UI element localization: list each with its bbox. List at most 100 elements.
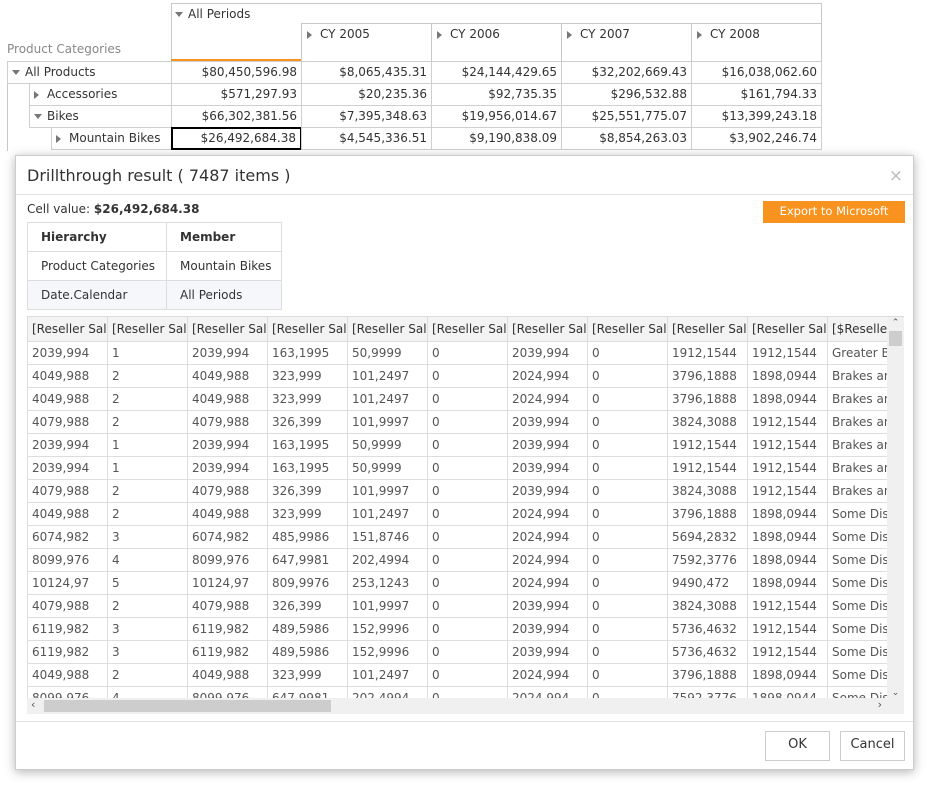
grid-column-header[interactable]: [Reseller Sale	[428, 317, 508, 342]
pivot-cell[interactable]: $32,202,669.43	[561, 61, 692, 84]
grid-column-header[interactable]: [Reseller Sale	[28, 317, 108, 342]
ok-button[interactable]: OK	[765, 731, 830, 761]
export-excel-button[interactable]: Export to Microsoft Excel	[763, 201, 905, 239]
grid-cell: 0	[428, 664, 508, 687]
table-row[interactable]: 6119,982 3 6119,982 489,5986 152,9996 0 2039,9…	[28, 641, 903, 664]
grid-cell: 4079,988	[28, 411, 108, 434]
grid-column-header[interactable]: [Reseller Sale	[508, 317, 588, 342]
collapse-icon[interactable]	[175, 12, 183, 17]
pivot-cell[interactable]: $9,190,838.09	[431, 127, 562, 150]
grid-cell: 2039,994	[188, 457, 268, 480]
grid-cell: 3796,1888	[668, 388, 748, 411]
collapse-icon[interactable]	[34, 114, 42, 119]
pivot-cell[interactable]: $80,450,596.98	[171, 61, 302, 84]
pivot-cell[interactable]: $92,735.35	[431, 83, 562, 106]
grid-cell: 1898,0944	[748, 503, 828, 526]
grid-cell: 0	[428, 503, 508, 526]
table-row[interactable]: 6119,982 3 6119,982 489,5986 152,9996 0 2039,9…	[28, 618, 903, 641]
grid-cell: 3796,1888	[668, 664, 748, 687]
col-header-cy-2006[interactable]: CY 2006	[431, 23, 561, 61]
pivot-cell[interactable]: $161,794.33	[691, 83, 822, 106]
expand-icon[interactable]	[56, 134, 61, 143]
expand-icon[interactable]	[437, 30, 442, 39]
row-header-all-products[interactable]: All Products	[7, 61, 172, 84]
pivot-cell[interactable]: $3,902,246.74	[691, 127, 822, 150]
pivot-cell[interactable]: $4,545,336.51	[301, 127, 432, 150]
table-row[interactable]: 4079,988 2 4079,988 326,399 101,9997 0 2039,99…	[28, 411, 903, 434]
collapse-icon[interactable]	[12, 70, 20, 75]
table-row[interactable]: 4049,988 2 4049,988 323,999 101,2497 0 2024,99…	[28, 503, 903, 526]
grid-cell: 1912,1544	[748, 457, 828, 480]
row-header-mountain-bikes[interactable]: Mountain Bikes	[51, 127, 172, 150]
grid-cell: 253,1243	[348, 572, 428, 595]
scrollbar-thumb[interactable]	[889, 331, 902, 346]
scrollbar-thumb[interactable]	[44, 700, 331, 712]
grid-cell: 2039,994	[188, 434, 268, 457]
grid-cell: 1	[108, 342, 188, 365]
pivot-cell[interactable]: $7,395,348.63	[301, 105, 432, 128]
table-row[interactable]: 2039,994 1 2039,994 163,1995 50,9999 0 2039,99…	[28, 434, 903, 457]
horizontal-scrollbar[interactable]: ‹ ›	[27, 698, 904, 714]
grid-cell: 4079,988	[188, 480, 268, 503]
pivot-cell[interactable]: $66,302,381.56	[171, 105, 302, 128]
pivot-cell[interactable]: $8,065,435.31	[301, 61, 432, 84]
row-header-title: Product Categories	[7, 42, 122, 56]
cancel-button[interactable]: Cancel	[840, 731, 905, 761]
pivot-cell[interactable]: $26,492,684.38	[171, 127, 302, 150]
grid-column-header[interactable]: [Reseller Sale	[108, 317, 188, 342]
scroll-right-icon[interactable]: ›	[878, 698, 882, 711]
table-row[interactable]: 4079,988 2 4079,988 326,399 101,9997 0 2039,99…	[28, 595, 903, 618]
table-row[interactable]: 8099,97648099,976647,9981202,499402024,9…	[28, 549, 903, 572]
grid-column-header[interactable]: [Reseller Sale	[348, 317, 428, 342]
row-header-bikes[interactable]: Bikes	[29, 105, 172, 128]
pivot-cell[interactable]: $13,399,243.18	[691, 105, 822, 128]
grid-cell: 2039,994	[28, 434, 108, 457]
scroll-left-icon[interactable]: ‹	[31, 698, 35, 711]
pivot-cell[interactable]: $19,956,014.67	[431, 105, 562, 128]
pivot-cell[interactable]: $8,854,263.03	[561, 127, 692, 150]
expand-icon[interactable]	[697, 30, 702, 39]
expand-icon[interactable]	[34, 90, 39, 99]
pivot-cell[interactable]: $296,532.88	[561, 83, 692, 106]
table-row[interactable]: 4049,988 2 4049,988 323,999 101,2497 0 2024,99…	[28, 365, 903, 388]
grid-column-header[interactable]: [Reseller Sale	[748, 317, 828, 342]
grid-cell: 0	[588, 434, 668, 457]
grid-cell: 3796,1888	[668, 503, 748, 526]
grid-column-header[interactable]: [Reseller Sale	[268, 317, 348, 342]
table-row[interactable]: 6074,982 3 6074,982 485,9986 151,8746 0 2024,9…	[28, 526, 903, 549]
col-header-cy-2008[interactable]: CY 2008	[691, 23, 821, 61]
grid-column-header[interactable]: [Reseller Sale	[668, 317, 748, 342]
grid-cell: 0	[588, 411, 668, 434]
table-row[interactable]: 4049,988 2 4049,988 323,999 101,2497 0 2024,99…	[28, 664, 903, 687]
expand-icon[interactable]	[567, 30, 572, 39]
vertical-scrollbar[interactable]: ⌃ ⌄	[887, 317, 904, 698]
pivot-cell[interactable]: $25,551,775.07	[561, 105, 692, 128]
col-header-cy-2007[interactable]: CY 2007	[561, 23, 691, 61]
grid-cell: 4079,988	[188, 595, 268, 618]
scroll-up-icon[interactable]: ⌃	[887, 317, 904, 329]
table-row[interactable]: 2039,994 1 2039,994 163,1995 50,9999 0 2039,99…	[28, 342, 903, 365]
pivot-cell[interactable]: $24,144,429.65	[431, 61, 562, 84]
table-row[interactable]: 10124,97 5 10124,97 809,9976 253,1243 0 2024,9…	[28, 572, 903, 595]
grid-cell: 4049,988	[28, 664, 108, 687]
grid-cell: 4079,988	[28, 595, 108, 618]
table-row[interactable]: 4079,988 2 4079,988 326,399 101,9997 0 2039,99…	[28, 480, 903, 503]
pivot-cell[interactable]: $20,235.36	[301, 83, 432, 106]
grid-cell: 0	[428, 342, 508, 365]
table-row[interactable]: 2039,994 1 2039,994 163,1995 50,9999 0 2039,99…	[28, 457, 903, 480]
grid-cell: 3824,3088	[668, 480, 748, 503]
grid-column-header[interactable]: [Reseller Sale	[188, 317, 268, 342]
pivot-cell[interactable]: $16,038,062.60	[691, 61, 822, 84]
col-header-all-periods[interactable]: All Periods	[175, 7, 250, 21]
row-header-accessories[interactable]: Accessories	[29, 83, 172, 106]
grid-cell: 0	[588, 480, 668, 503]
scroll-down-icon[interactable]: ⌄	[887, 688, 904, 698]
grid-cell: 0	[588, 618, 668, 641]
expand-icon[interactable]	[307, 30, 312, 39]
pivot-cell[interactable]: $571,297.93	[171, 83, 302, 106]
table-row[interactable]: 4049,988 2 4049,988 323,999 101,2497 0 2024,99…	[28, 388, 903, 411]
col-header-cy-2005[interactable]: CY 2005	[301, 23, 431, 61]
grid-column-header[interactable]: [Reseller Sale	[588, 317, 668, 342]
close-icon[interactable]: ×	[889, 166, 903, 186]
grid-cell: 202,4994	[348, 549, 428, 572]
